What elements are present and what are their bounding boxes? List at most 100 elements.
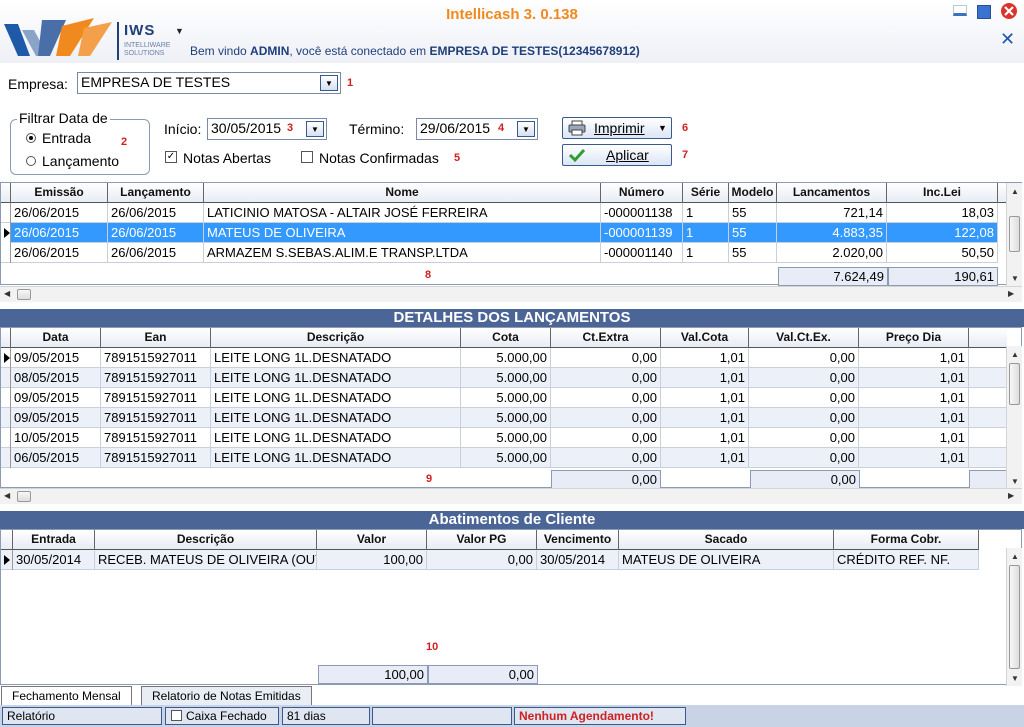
scroll-thumb[interactable]: [1009, 216, 1020, 252]
col-header-descricao[interactable]: Descrição: [211, 328, 461, 348]
cell-ean: 7891515927011: [101, 388, 211, 408]
close-form-icon[interactable]: ✕: [1000, 29, 1015, 50]
table-row[interactable]: 06/05/2015 7891515927011 LEITE LONG 1L.DES…: [1, 448, 1007, 468]
inicio-date-input[interactable]: 30/05/2015 ▼: [207, 118, 327, 140]
notas-confirmadas-checkbox[interactable]: [301, 151, 313, 163]
aplicar-button[interactable]: Aplicar: [562, 144, 672, 166]
notas-abertas-label: Notas Abertas: [183, 150, 271, 166]
col-header-serie[interactable]: Série: [683, 183, 729, 203]
cell-valctex: 0,00: [749, 428, 859, 448]
termino-date-input[interactable]: 29/06/2015 ▼: [416, 118, 538, 140]
col-header-descricao[interactable]: Descrição: [95, 530, 317, 550]
col-header-inclei[interactable]: Inc.Lei: [887, 183, 998, 203]
chevron-down-icon[interactable]: ▼: [517, 121, 535, 137]
total-valor: 100,00: [318, 665, 428, 684]
app-menu-dropdown-icon[interactable]: ▼: [175, 26, 184, 36]
close-window-icon[interactable]: [1000, 2, 1018, 20]
notas-abertas-checkbox[interactable]: ✓: [165, 151, 177, 163]
scroll-thumb[interactable]: [1009, 363, 1020, 405]
col-header-lancamento[interactable]: Lançamento: [108, 183, 204, 203]
scroll-right-icon[interactable]: ▶: [1008, 491, 1014, 500]
abatimentos-grid-vscroll[interactable]: ▲ ▼: [1006, 548, 1022, 686]
col-header-sacado[interactable]: Sacado: [619, 530, 834, 550]
chevron-down-icon[interactable]: ▼: [306, 121, 324, 137]
cell-modelo: 55: [729, 223, 777, 243]
col-header-emissao[interactable]: Emissão: [11, 183, 108, 203]
cell-cota: 5.000,00: [461, 368, 551, 388]
tab-relatorio-notas[interactable]: Relatorio de Notas Emitidas: [141, 686, 312, 706]
scroll-down-icon[interactable]: ▼: [1011, 477, 1019, 486]
table-row[interactable]: 26/06/2015 26/06/2015 LATICINIO MATOSA -…: [1, 203, 998, 223]
col-header-ean[interactable]: Ean: [101, 328, 211, 348]
empresa-select[interactable]: EMPRESA DE TESTES ▼: [77, 72, 341, 94]
total-valorpg: 0,00: [428, 665, 538, 684]
cell-lancamentos: 2.020,00: [777, 243, 887, 263]
tab-fechamento-mensal[interactable]: Fechamento Mensal: [1, 686, 132, 706]
scroll-down-icon[interactable]: ▼: [1011, 674, 1019, 683]
table-row[interactable]: 10/05/2015 7891515927011 LEITE LONG 1L.DES…: [1, 428, 1007, 448]
scroll-thumb[interactable]: [17, 289, 31, 300]
termino-value: 29/06/2015: [420, 120, 491, 136]
minimize-button[interactable]: [953, 5, 967, 16]
indicator-header: [1, 328, 11, 348]
col-header-valor[interactable]: Valor: [317, 530, 427, 550]
scroll-up-icon[interactable]: ▲: [1011, 350, 1019, 359]
notas-grid-vscroll[interactable]: ▲ ▼: [1006, 183, 1022, 286]
scroll-down-icon[interactable]: ▼: [1011, 274, 1019, 283]
marker-5: 5: [454, 152, 461, 164]
detalhes-grid-vscroll[interactable]: ▲ ▼: [1006, 346, 1022, 489]
scroll-right-icon[interactable]: ▶: [1008, 289, 1014, 298]
detalhes-grid-hscroll[interactable]: ◀ ▶: [0, 488, 1022, 504]
radio-lancamento[interactable]: [26, 154, 36, 169]
col-header-data[interactable]: Data: [11, 328, 101, 348]
col-header-numero[interactable]: Número: [601, 183, 683, 203]
detalhes-section-title: DETALHES DOS LANÇAMENTOS: [0, 309, 1024, 327]
cell-data: 09/05/2015: [11, 388, 101, 408]
maximize-button[interactable]: [977, 5, 991, 19]
table-row[interactable]: 26/06/2015 26/06/2015 ARMAZEM S.SEBAS.AL…: [1, 243, 998, 263]
notas-grid-hscroll[interactable]: ◀ ▶: [0, 286, 1022, 302]
col-header-precodia[interactable]: Preço Dia: [859, 328, 969, 348]
scroll-left-icon[interactable]: ◀: [4, 289, 10, 298]
scroll-up-icon[interactable]: ▲: [1011, 552, 1019, 561]
table-row-selected[interactable]: 26/06/2015 26/06/2015 MATEUS DE OLIVEIRA…: [1, 223, 998, 243]
status-caixa[interactable]: Caixa Fechado: [165, 707, 279, 725]
col-header-valorpg[interactable]: Valor PG: [427, 530, 537, 550]
col-header-valctex[interactable]: Val.Ct.Ex.: [749, 328, 859, 348]
cell-lancamento: 26/06/2015: [108, 243, 204, 263]
col-header-cota[interactable]: Cota: [461, 328, 551, 348]
cell-descricao: LEITE LONG 1L.DESNATADO: [211, 428, 461, 448]
imprimir-button[interactable]: Imprimir ▼: [562, 117, 672, 139]
col-header-vencimento[interactable]: Vencimento: [537, 530, 619, 550]
cell-precodia: 1,01: [859, 428, 969, 448]
col-header-ctextra[interactable]: Ct.Extra: [551, 328, 661, 348]
cell-valctex: 0,00: [749, 368, 859, 388]
welcome-company: EMPRESA DE TESTES(12345678912): [429, 44, 640, 58]
radio-entrada[interactable]: [26, 131, 36, 146]
col-header-nome[interactable]: Nome: [204, 183, 601, 203]
total-lancamentos: 7.624,49: [778, 267, 888, 286]
scroll-thumb[interactable]: [17, 491, 31, 502]
col-header-formacobr[interactable]: Forma Cobr.: [834, 530, 979, 550]
welcome-message: Bem vindo ADMIN, você está conectado em …: [190, 44, 640, 58]
cell-nome: LATICINIO MATOSA - ALTAIR JOSÉ FERREIRA: [204, 203, 601, 223]
caixa-checkbox[interactable]: [171, 710, 182, 721]
scroll-left-icon[interactable]: ◀: [4, 491, 10, 500]
cell-formacobr: CRÉDITO REF. NF.: [834, 550, 979, 570]
table-row[interactable]: 08/05/2015 7891515927011 LEITE LONG 1L.DES…: [1, 368, 1007, 388]
logo-separator: [117, 22, 119, 60]
chevron-down-icon[interactable]: ▼: [320, 75, 338, 91]
table-row[interactable]: 09/05/2015 7891515927011 LEITE LONG 1L.DES…: [1, 348, 1007, 368]
table-row[interactable]: 09/05/2015 7891515927011 LEITE LONG 1L.DES…: [1, 388, 1007, 408]
table-row[interactable]: 30/05/2014 RECEB. MATEUS DE OLIVEIRA (OU…: [1, 550, 979, 570]
cell-precodia: 1,01: [859, 408, 969, 428]
col-header-lancamentos[interactable]: Lancamentos: [777, 183, 887, 203]
notas-grid-header: Emissão Lançamento Nome Número Série Mod…: [1, 183, 1007, 203]
cell-valcota: 1,01: [661, 388, 749, 408]
scroll-thumb[interactable]: [1009, 565, 1020, 669]
col-header-modelo[interactable]: Modelo: [729, 183, 777, 203]
col-header-valcota[interactable]: Val.Cota: [661, 328, 749, 348]
scroll-up-icon[interactable]: ▲: [1011, 187, 1019, 196]
col-header-entrada[interactable]: Entrada: [13, 530, 95, 550]
table-row[interactable]: 09/05/2015 7891515927011 LEITE LONG 1L.DES…: [1, 408, 1007, 428]
